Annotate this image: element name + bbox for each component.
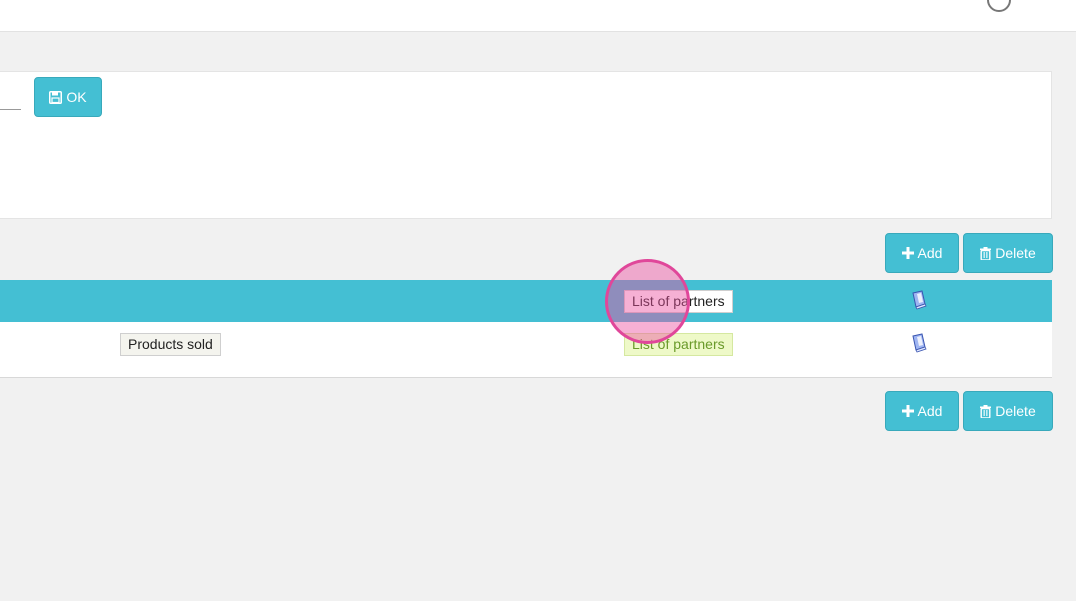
add-button-bottom[interactable]: Add xyxy=(885,391,959,431)
delete-label: Delete xyxy=(995,403,1036,419)
trash-icon xyxy=(980,246,992,260)
list-of-partners-tag[interactable]: List of partners xyxy=(624,333,733,356)
floppy-disk-icon xyxy=(49,90,63,104)
add-label: Add xyxy=(917,403,943,419)
table-header: List of partners xyxy=(0,280,1052,322)
book-icon[interactable] xyxy=(908,332,930,354)
ok-label: OK xyxy=(66,89,87,105)
plus-icon xyxy=(901,405,914,417)
top-bar xyxy=(0,0,1076,32)
delete-button-bottom[interactable]: Delete xyxy=(963,391,1053,431)
book-icon[interactable] xyxy=(908,289,930,311)
ok-button[interactable]: OK xyxy=(34,77,102,117)
products-sold-tag[interactable]: Products sold xyxy=(120,333,221,356)
trash-icon xyxy=(980,404,992,418)
list-of-partners-tag[interactable]: List of partners xyxy=(624,290,733,313)
help-icon[interactable] xyxy=(987,0,1011,12)
table-row[interactable]: Products sold List of partners xyxy=(0,322,1052,378)
plus-icon xyxy=(901,247,914,259)
delete-label: Delete xyxy=(995,245,1036,261)
text-field-underline[interactable] xyxy=(0,109,21,110)
form-panel xyxy=(0,71,1052,219)
delete-button-top[interactable]: Delete xyxy=(963,233,1053,273)
add-button-top[interactable]: Add xyxy=(885,233,959,273)
add-label: Add xyxy=(917,245,943,261)
